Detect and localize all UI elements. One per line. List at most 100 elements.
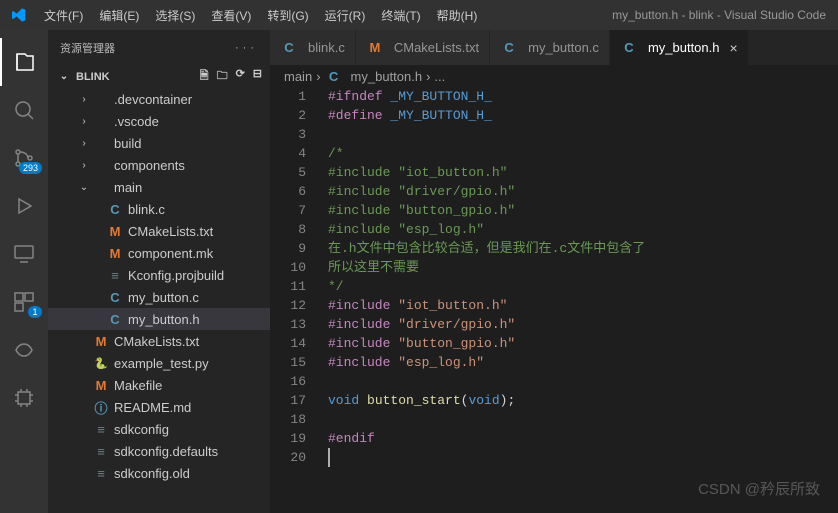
file-type-icon: 🐍 <box>92 357 110 370</box>
line-number: 20 <box>270 448 306 467</box>
file-my-button-c[interactable]: Cmy_button.c <box>48 286 270 308</box>
code-editor[interactable]: 1234567891011121314151617181920 #ifndef … <box>270 87 838 513</box>
tree-item-label: CMakeLists.txt <box>114 334 199 349</box>
menu-item[interactable]: 文件(F) <box>36 0 91 30</box>
line-number: 17 <box>270 391 306 410</box>
chip-icon[interactable] <box>0 374 48 422</box>
folder-devcontainer[interactable]: ›.devcontainer <box>48 88 270 110</box>
tree-item-label: components <box>114 158 185 173</box>
file-component-mk[interactable]: Mcomponent.mk <box>48 242 270 264</box>
root-label: BLINK <box>76 71 110 83</box>
menu-item[interactable]: 转到(G) <box>259 0 316 30</box>
tab-label: blink.c <box>308 40 345 55</box>
file-sdkconfig[interactable]: ≡ sdkconfig <box>48 418 270 440</box>
sidebar-title: 资源管理器 <box>60 40 115 56</box>
menu-item[interactable]: 终端(T) <box>373 0 428 30</box>
vscode-logo-icon <box>10 7 26 23</box>
refresh-icon[interactable]: ⟳ <box>236 67 245 86</box>
chevron-down-icon: ⌄ <box>56 71 72 82</box>
collapse-icon[interactable]: ⊟ <box>253 67 262 86</box>
code-line <box>328 448 838 467</box>
file-type-icon: M <box>106 246 124 261</box>
breadcrumb-seg: main <box>284 69 312 84</box>
code-line: void button_start(void); <box>328 391 838 410</box>
tree-item-label: CMakeLists.txt <box>128 224 213 239</box>
debug-icon[interactable] <box>0 182 48 230</box>
tree-item-label: .vscode <box>114 114 159 129</box>
code-line: #include "esp_log.h" <box>328 353 838 372</box>
folder-vscode[interactable]: ›.vscode <box>48 110 270 132</box>
menu-item[interactable]: 选择(S) <box>147 0 203 30</box>
line-number: 12 <box>270 296 306 315</box>
line-number: 10 <box>270 258 306 277</box>
line-gutter: 1234567891011121314151617181920 <box>270 87 320 513</box>
line-number: 18 <box>270 410 306 429</box>
folder-main[interactable]: ⌄main <box>48 176 270 198</box>
menu-item[interactable]: 运行(R) <box>317 0 374 30</box>
close-icon[interactable]: × <box>729 40 737 56</box>
search-icon[interactable] <box>0 86 48 134</box>
file-kconfig[interactable]: ≡Kconfig.projbuild <box>48 264 270 286</box>
menu-item[interactable]: 帮助(H) <box>429 0 486 30</box>
editor-area: Cblink.cMCMakeLists.txtCmy_button.cCmy_b… <box>270 30 838 513</box>
tab-label: my_button.h <box>648 40 720 55</box>
sidebar-header: 资源管理器 ··· <box>48 30 270 65</box>
new-folder-icon[interactable]: 🗀 <box>217 67 228 86</box>
menu-item[interactable]: 查看(V) <box>203 0 259 30</box>
editor-tab[interactable]: Cmy_button.c <box>490 30 610 65</box>
file-sdkconfig-defaults[interactable]: ≡sdkconfig.defaults <box>48 440 270 462</box>
file-type-icon: ≡ <box>92 422 110 437</box>
code-line: */ <box>328 277 838 296</box>
file-tree: ›.devcontainer›.vscode›build›components⌄… <box>48 88 270 513</box>
file-root-cmakelists[interactable]: M CMakeLists.txt <box>48 330 270 352</box>
sidebar-more-icon[interactable]: ··· <box>235 42 258 54</box>
editor-tab[interactable]: Cblink.c <box>270 30 356 65</box>
line-number: 16 <box>270 372 306 391</box>
folder-components[interactable]: ›components <box>48 154 270 176</box>
title-bar: 文件(F)编辑(E)选择(S)查看(V)转到(G)运行(R)终端(T)帮助(H)… <box>0 0 838 30</box>
breadcrumb-seg: my_button.h <box>351 69 423 84</box>
editor-tab[interactable]: Cmy_button.h × <box>610 30 749 65</box>
file-type-icon: C <box>620 40 638 55</box>
menu-item[interactable]: 编辑(E) <box>91 0 147 30</box>
file-blink-c[interactable]: Cblink.c <box>48 198 270 220</box>
folder-build[interactable]: ›build <box>48 132 270 154</box>
watermark: CSDN @矜辰所致 <box>698 478 820 499</box>
file-my-button-h[interactable]: Cmy_button.h <box>48 308 270 330</box>
file-type-icon: M <box>92 378 110 393</box>
espressif-icon[interactable] <box>0 326 48 374</box>
file-example-test[interactable]: 🐍example_test.py <box>48 352 270 374</box>
line-number: 8 <box>270 220 306 239</box>
activity-bar: 293 1 <box>0 30 48 513</box>
tree-item-label: sdkconfig <box>114 422 169 437</box>
breadcrumb[interactable]: main › C my_button.h › ... <box>270 65 838 87</box>
line-number: 6 <box>270 182 306 201</box>
file-readme[interactable]: ⓘREADME.md <box>48 396 270 418</box>
explorer-icon[interactable] <box>0 38 48 86</box>
remote-icon[interactable] <box>0 230 48 278</box>
file-type-icon: M <box>92 334 110 349</box>
source-control-icon[interactable]: 293 <box>0 134 48 182</box>
line-number: 15 <box>270 353 306 372</box>
code-line: #include "driver/gpio.h" <box>328 315 838 334</box>
code-line: #define _MY_BUTTON_H_ <box>328 106 838 125</box>
code-line: 在.h文件中包含比较合适，但是我们在.c文件中包含了 <box>328 239 838 258</box>
file-type-icon: C <box>106 202 124 217</box>
code-line: #include "button_gpio.h" <box>328 334 838 353</box>
code-content: #ifndef _MY_BUTTON_H_#define _MY_BUTTON_… <box>320 87 838 513</box>
tree-item-label: Kconfig.projbuild <box>128 268 224 283</box>
file-sdkconfig-old[interactable]: ≡sdkconfig.old <box>48 462 270 484</box>
tree-item-label: my_button.h <box>128 312 200 327</box>
new-file-icon[interactable]: 🗎 <box>200 67 209 86</box>
ext-badge: 1 <box>28 306 42 318</box>
file-makefile[interactable]: MMakefile <box>48 374 270 396</box>
line-number: 2 <box>270 106 306 125</box>
code-line <box>328 125 838 144</box>
extensions-icon[interactable]: 1 <box>0 278 48 326</box>
code-line: #include "esp_log.h" <box>328 220 838 239</box>
line-number: 4 <box>270 144 306 163</box>
file-main-cmakelists[interactable]: MCMakeLists.txt <box>48 220 270 242</box>
explorer-root[interactable]: ⌄ BLINK 🗎 🗀 ⟳ ⊟ <box>48 65 270 88</box>
window-title: my_button.h - blink - Visual Studio Code <box>485 8 838 22</box>
editor-tab[interactable]: MCMakeLists.txt <box>356 30 490 65</box>
